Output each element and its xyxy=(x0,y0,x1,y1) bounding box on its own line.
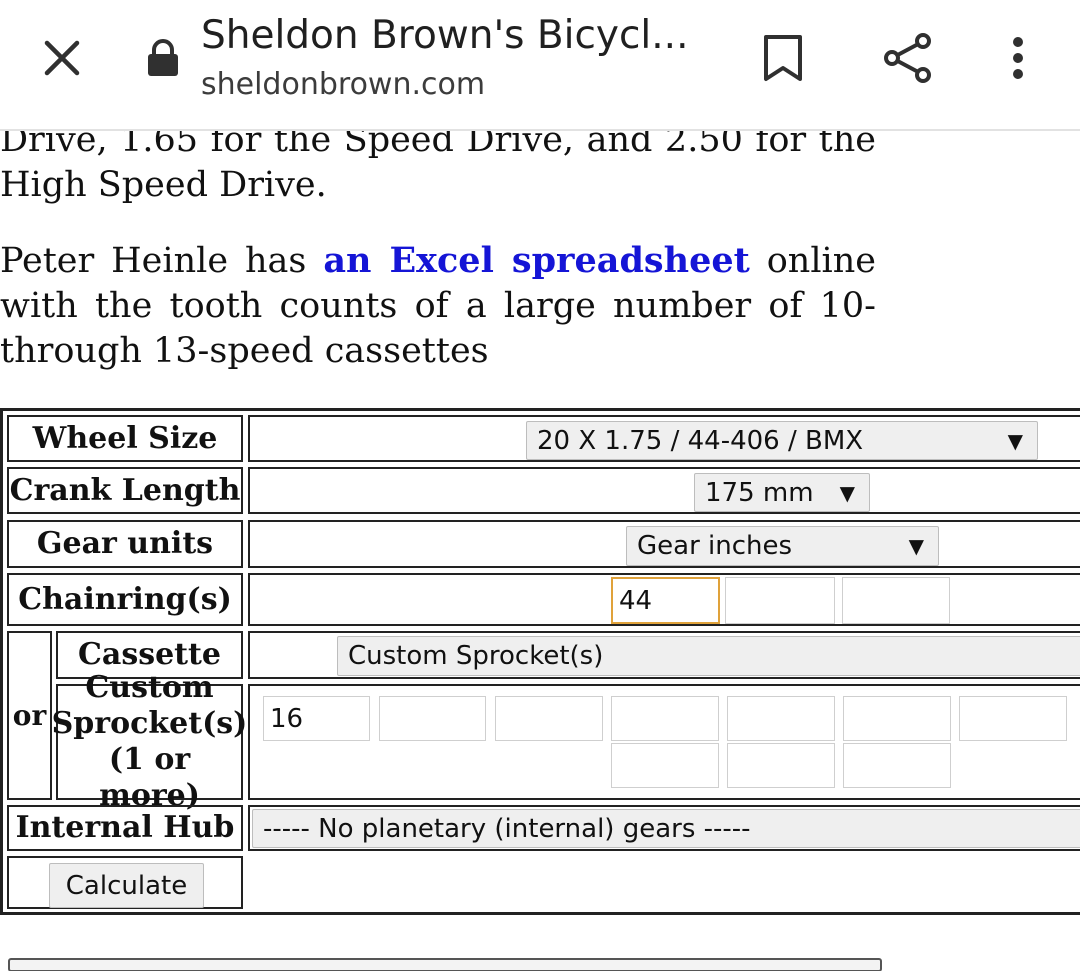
crank-length-value: 175 mm xyxy=(705,477,814,508)
spreadsheet-link[interactable]: an Excel spreadsheet xyxy=(323,240,749,281)
sprocket-input-7[interactable] xyxy=(959,696,1067,741)
sprocket-input-10[interactable] xyxy=(843,743,951,788)
page-title: Sheldon Brown's Bicycl... xyxy=(201,13,689,58)
page-url[interactable]: sheldonbrown.com xyxy=(201,67,485,102)
gear-units-label: Gear units xyxy=(7,520,243,568)
sprocket-input-2[interactable] xyxy=(379,696,486,741)
chainring-input-1[interactable]: 44 xyxy=(611,577,720,624)
more-vert-icon[interactable] xyxy=(998,34,1038,82)
internal-hub-label: Internal Hub xyxy=(7,805,243,851)
gear-calculator-form: Wheel Size 20 X 1.75 / 44-406 / BMX ▼ Cr… xyxy=(0,408,1080,915)
chainring-input-2[interactable] xyxy=(725,577,835,624)
internal-hub-select[interactable]: ----- No planetary (internal) gears ----… xyxy=(252,809,1080,848)
article-paragraph: Drive, 1.65 for the Speed Drive, and 2.5… xyxy=(0,120,876,205)
wheel-size-value: 20 X 1.75 / 44-406 / BMX xyxy=(537,425,864,456)
dropdown-arrow-icon: ▼ xyxy=(908,534,924,558)
or-label: or xyxy=(7,631,52,800)
wheel-size-label: Wheel Size xyxy=(7,415,243,462)
cassette-select[interactable]: Custom Sprocket(s) xyxy=(337,636,1080,676)
sprocket-input-1[interactable]: 16 xyxy=(263,696,370,741)
gear-units-select[interactable]: Gear inches ▼ xyxy=(626,526,939,566)
dropdown-arrow-icon: ▼ xyxy=(1007,428,1023,453)
horizontal-rule-bar xyxy=(8,958,882,971)
chainring-input-3[interactable] xyxy=(842,577,950,624)
crank-length-select[interactable]: 175 mm ▼ xyxy=(694,473,870,512)
wheel-size-select[interactable]: 20 X 1.75 / 44-406 / BMX ▼ xyxy=(526,421,1038,460)
close-icon[interactable] xyxy=(38,34,86,82)
internal-hub-value: ----- No planetary (internal) gears ----… xyxy=(263,813,751,844)
article-content: Drive, 1.65 for the Speed Drive, and 2.5… xyxy=(0,118,876,404)
sprocket-input-8[interactable] xyxy=(611,743,719,788)
sprocket-input-4[interactable] xyxy=(611,696,719,741)
custom-sprockets-label: Custom Sprocket(s) (1 or more) xyxy=(52,670,248,813)
article-paragraph: Peter Heinle has an Excel spreadsheet on… xyxy=(0,238,876,374)
sprocket-input-5[interactable] xyxy=(727,696,835,741)
chainrings-label: Chainring(s) xyxy=(7,573,243,626)
browser-toolbar: Sheldon Brown's Bicycl... sheldonbrown.c… xyxy=(0,0,1080,131)
dropdown-arrow-icon: ▼ xyxy=(839,480,855,505)
bookmark-icon[interactable] xyxy=(758,32,808,84)
crank-length-label: Crank Length xyxy=(7,467,243,514)
custom-sprockets-label-line: Custom xyxy=(85,670,214,705)
cassette-value: Custom Sprocket(s) xyxy=(348,641,604,671)
calculate-button[interactable]: Calculate xyxy=(49,863,204,908)
share-icon[interactable] xyxy=(880,30,936,86)
article-text: Peter Heinle has xyxy=(0,241,324,281)
sprocket-input-3[interactable] xyxy=(495,696,603,741)
crank-length-cell xyxy=(248,467,1080,514)
gear-units-value: Gear inches xyxy=(637,531,793,561)
lock-icon xyxy=(144,38,182,78)
sprocket-input-6[interactable] xyxy=(843,696,951,741)
sprocket-input-9[interactable] xyxy=(727,743,835,788)
custom-sprockets-label-line: (1 or more) xyxy=(99,742,200,813)
custom-sprockets-label-line: Sprocket(s) xyxy=(51,706,248,741)
